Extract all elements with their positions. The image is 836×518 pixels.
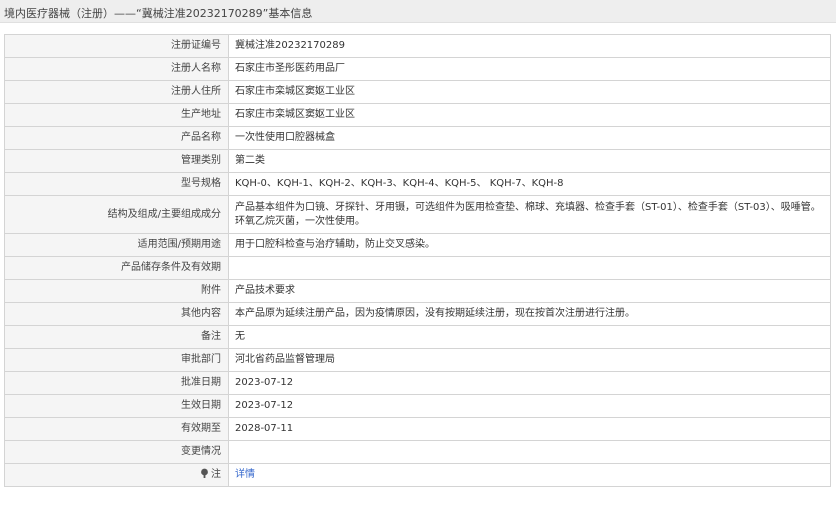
row-value-storage-validity [228,256,831,280]
row-label-approval-department: 审批部门 [4,348,229,372]
row-label-structure-composition: 结构及组成/主要组成成分 [4,195,229,234]
table-row: 注册人名称 石家庄市圣彤医药用品厂 [4,57,831,81]
row-label-approval-date: 批准日期 [4,371,229,395]
row-value-approval-date: 2023-07-12 [228,371,831,395]
row-label-production-address: 生产地址 [4,103,229,127]
info-icon [200,468,209,483]
row-value-intended-use: 用于口腔科检查与治疗辅助，防止交叉感染。 [228,233,831,257]
row-value-valid-until: 2028-07-11 [228,417,831,441]
row-value-structure-composition: 产品基本组件为口镜、牙探针、牙用镊，可选组件为医用检查垫、棉球、充填器、检查手套… [228,195,831,234]
row-label-registrant-name: 注册人名称 [4,57,229,81]
row-label-effective-date: 生效日期 [4,394,229,418]
table-row: 适用范围/预期用途 用于口腔科检查与治疗辅助，防止交叉感染。 [4,233,831,257]
table-row: 生效日期 2023-07-12 [4,394,831,418]
row-value-management-category: 第二类 [228,149,831,173]
row-value-change-status [228,440,831,464]
table-row: 管理类别 第二类 [4,149,831,173]
table-row: 其他内容 本产品原为延续注册产品，因为疫情原因，没有按期延续注册，现在按首次注册… [4,302,831,326]
table-row: 附件 产品技术要求 [4,279,831,303]
table-row: 有效期至 2028-07-11 [4,417,831,441]
row-value-effective-date: 2023-07-12 [228,394,831,418]
row-value-remarks: 无 [228,325,831,349]
row-label-other-content: 其他内容 [4,302,229,326]
table-row: 注 详情 [4,463,831,487]
row-value-other-content: 本产品原为延续注册产品，因为疫情原因，没有按期延续注册，现在按首次注册进行注册。 [228,302,831,326]
row-value-model-spec: KQH-0、KQH-1、KQH-2、KQH-3、KQH-4、KQH-5、 KQH… [228,172,831,196]
table-row: 注册证编号 冀械注准20232170289 [4,34,831,58]
row-label-attachment: 附件 [4,279,229,303]
row-label-change-status: 变更情况 [4,440,229,464]
table-row: 产品名称 一次性使用口腔器械盒 [4,126,831,150]
row-label-note: 注 [4,463,229,487]
table-row: 备注 无 [4,325,831,349]
row-label-remarks: 备注 [4,325,229,349]
table-row: 产品储存条件及有效期 [4,256,831,280]
row-value-registration-number: 冀械注准20232170289 [228,34,831,58]
table-row: 生产地址 石家庄市栾城区窦妪工业区 [4,103,831,127]
row-value-note: 详情 [228,463,831,487]
details-link[interactable]: 详情 [235,469,255,480]
note-label-text: 注 [211,468,221,480]
row-value-registrant-name: 石家庄市圣彤医药用品厂 [228,57,831,81]
row-label-registrant-address: 注册人住所 [4,80,229,104]
table-row: 注册人住所 石家庄市栾城区窦妪工业区 [4,80,831,104]
table-row: 变更情况 [4,440,831,464]
row-label-storage-validity: 产品储存条件及有效期 [4,256,229,280]
page-header: 境内医疗器械（注册）——“冀械注准20232170289”基本信息 [0,0,836,23]
row-label-intended-use: 适用范围/预期用途 [4,233,229,257]
row-value-attachment: 产品技术要求 [228,279,831,303]
row-value-registrant-address: 石家庄市栾城区窦妪工业区 [228,80,831,104]
row-value-approval-department: 河北省药品监督管理局 [228,348,831,372]
table-row: 结构及组成/主要组成成分 产品基本组件为口镜、牙探针、牙用镊，可选组件为医用检查… [4,195,831,234]
row-value-production-address: 石家庄市栾城区窦妪工业区 [228,103,831,127]
page-title: 境内医疗器械（注册）——“冀械注准20232170289”基本信息 [4,7,313,20]
device-info-table: 注册证编号 冀械注准20232170289 注册人名称 石家庄市圣彤医药用品厂 … [4,34,831,487]
row-label-management-category: 管理类别 [4,149,229,173]
row-label-valid-until: 有效期至 [4,417,229,441]
row-label-registration-number: 注册证编号 [4,34,229,58]
row-value-product-name: 一次性使用口腔器械盒 [228,126,831,150]
table-row: 批准日期 2023-07-12 [4,371,831,395]
table-row: 审批部门 河北省药品监督管理局 [4,348,831,372]
row-label-product-name: 产品名称 [4,126,229,150]
table-row: 型号规格 KQH-0、KQH-1、KQH-2、KQH-3、KQH-4、KQH-5… [4,172,831,196]
row-label-model-spec: 型号规格 [4,172,229,196]
